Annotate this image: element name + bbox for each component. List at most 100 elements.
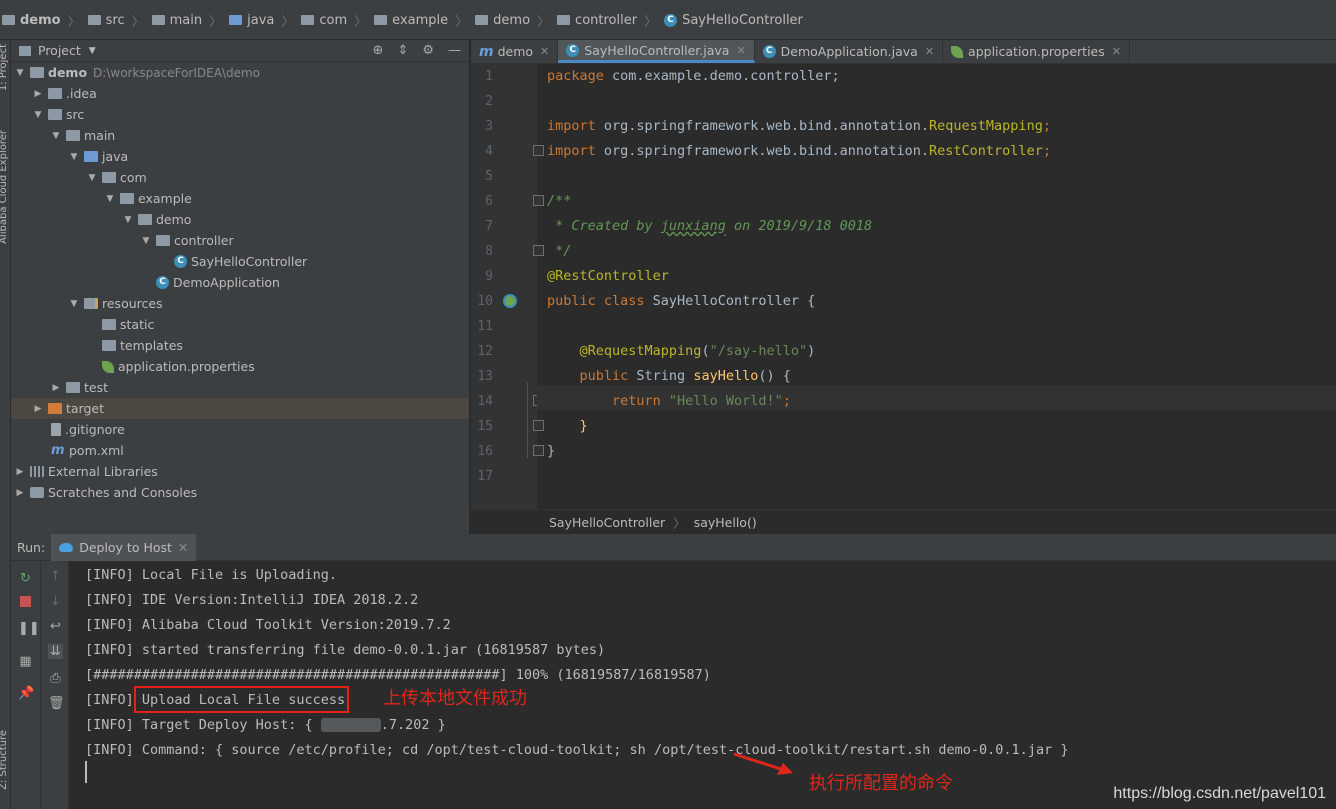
tree-item-static[interactable]: static	[11, 314, 469, 335]
code-line: import org.springframework.web.bind.anno…	[547, 143, 1051, 159]
spring-bean-gutter-icon[interactable]	[503, 294, 517, 308]
code-line: return "Hello World!";	[547, 393, 791, 409]
tree-item-idea[interactable]: ▶ .idea	[11, 83, 469, 104]
structure-tool-tab[interactable]: Z: Structure	[0, 730, 9, 790]
collapse-icon[interactable]: ⇕	[397, 43, 408, 58]
tree-item-java[interactable]: ▼ java	[11, 146, 469, 167]
pin-icon[interactable]: 📌	[18, 686, 34, 701]
scroll-to-end-icon[interactable]: ⇊	[48, 644, 63, 659]
tree-item-demo[interactable]: ▼ demo D:\workspaceForIDEA\demo	[11, 62, 469, 83]
code-line: import org.springframework.web.bind.anno…	[547, 118, 1051, 134]
tree-item-controller[interactable]: ▼ controller	[11, 230, 469, 251]
tree-item-demo-package[interactable]: ▼ demo	[11, 209, 469, 230]
arrow-down-icon[interactable]: ↓	[48, 594, 63, 609]
alibaba-cloud-explorer-tab[interactable]: Alibaba Cloud Explorer	[0, 130, 9, 244]
tab-demo[interactable]: m demo ✕	[471, 40, 559, 63]
tree-item-application-properties[interactable]: application.properties	[11, 356, 469, 377]
breadcrumb-class[interactable]: SayHelloController	[549, 515, 665, 530]
file-icon	[51, 423, 61, 436]
minimize-icon[interactable]: —	[448, 43, 461, 58]
print-icon[interactable]: ⎙	[48, 671, 63, 686]
breadcrumb-sayhellocontroller[interactable]: C SayHelloController	[662, 13, 805, 28]
code-line: */	[547, 243, 572, 259]
breadcrumb-src[interactable]: src	[86, 13, 127, 28]
chevron-down-icon: ▼	[70, 151, 78, 162]
package-icon	[156, 235, 170, 246]
code-line: @RequestMapping("/say-hello")	[547, 343, 816, 359]
source-folder-icon	[229, 15, 243, 25]
tree-item-src[interactable]: ▼ src	[11, 104, 469, 125]
chevron-right-icon: ▶	[34, 88, 42, 99]
breadcrumb: demo 〉 src 〉 main 〉 java 〉 com 〉 example 〉 dem…	[0, 8, 805, 32]
close-icon[interactable]: ✕	[736, 44, 745, 57]
close-icon[interactable]: ✕	[1112, 45, 1121, 58]
project-view-selector[interactable]: Project ▼	[19, 43, 96, 58]
breadcrumb-main[interactable]: main	[150, 13, 204, 28]
tree-item-test[interactable]: ▶ test	[11, 377, 469, 398]
chevron-down-icon: ▼	[142, 235, 150, 246]
tab-deploy-to-host[interactable]: Deploy to Host ✕	[51, 533, 197, 561]
log-line: [INFO] Target Deploy Host: { .7.202 }	[85, 717, 446, 733]
tree-item-com[interactable]: ▼ com	[11, 167, 469, 188]
breadcrumb-example[interactable]: example	[372, 13, 450, 28]
left-tool-stripe: 1: Project Alibaba Cloud Explorer Z: Str…	[0, 40, 11, 809]
code-line: * Created by junxiang on 2019/9/18 0018	[547, 218, 873, 234]
trash-icon[interactable]: 🗑	[48, 696, 65, 711]
tab-application-properties[interactable]: application.properties ✕	[943, 40, 1130, 63]
tree-item-resources[interactable]: ▼ resources	[11, 293, 469, 314]
chevron-right-icon: ▶	[16, 487, 24, 498]
spring-boot-class-icon: C	[156, 276, 169, 289]
breadcrumb-method[interactable]: sayHello()	[694, 515, 757, 530]
code-line: public String sayHello() {	[547, 368, 791, 384]
chevron-down-icon: ▼	[106, 193, 114, 204]
soft-wrap-icon[interactable]: ↩	[48, 619, 63, 634]
close-icon[interactable]: ✕	[178, 540, 188, 555]
log-line: [INFO] Alibaba Cloud Toolkit Version:201…	[85, 617, 451, 633]
console-output[interactable]: [INFO] Local File is Uploading. [INFO] I…	[69, 561, 1336, 809]
project-icon	[19, 45, 31, 56]
code-line: /**	[547, 193, 572, 209]
tab-sayhellocontroller[interactable]: C SayHelloController.java ✕	[558, 40, 755, 63]
close-icon[interactable]: ✕	[925, 45, 934, 58]
breadcrumb-demo[interactable]: demo	[0, 13, 63, 28]
spring-leaf-icon	[102, 360, 114, 373]
tree-item-templates[interactable]: templates	[11, 335, 469, 356]
tree-item-gitignore[interactable]: .gitignore	[11, 419, 469, 440]
breadcrumb-java[interactable]: java	[227, 13, 276, 28]
line-number: 8	[485, 244, 493, 259]
breadcrumb-demo-package[interactable]: demo	[473, 13, 532, 28]
tree-item-example[interactable]: ▼ example	[11, 188, 469, 209]
stop-icon[interactable]	[18, 596, 33, 611]
folder-icon	[151, 15, 165, 25]
target-icon[interactable]: ⊕	[373, 43, 384, 58]
tree-item-target[interactable]: ▶ target	[11, 398, 469, 419]
arrow-up-icon[interactable]: ↑	[48, 569, 63, 584]
project-tool-tab[interactable]: 1: Project	[0, 44, 9, 91]
tree-item-demoapplication[interactable]: C DemoApplication	[11, 272, 469, 293]
close-icon[interactable]: ✕	[540, 45, 549, 58]
redacted-ip	[320, 718, 381, 732]
line-number: 16	[477, 444, 493, 459]
package-icon	[374, 15, 388, 25]
line-number: 9	[485, 269, 493, 284]
tree-item-scratches[interactable]: ▶ Scratches and Consoles	[11, 482, 469, 503]
folder-icon	[66, 382, 80, 393]
tree-item-main[interactable]: ▼ main	[11, 125, 469, 146]
pause-icon[interactable]: ❚❚	[18, 621, 40, 636]
folder-icon	[87, 15, 101, 25]
breadcrumb-com[interactable]: com	[299, 13, 349, 28]
layout-icon[interactable]: ▦	[18, 654, 33, 669]
chevron-down-icon: ▼	[70, 298, 78, 309]
tree-item-sayhellocontroller[interactable]: C SayHelloController	[11, 251, 469, 272]
line-number: 15	[477, 419, 493, 434]
package-icon	[120, 193, 134, 204]
tree-item-pom-xml[interactable]: m pom.xml	[11, 440, 469, 461]
tree-item-external-libraries[interactable]: ▶ External Libraries	[11, 461, 469, 482]
code-area[interactable]: package com.example.demo.controller; imp…	[527, 64, 1336, 509]
rerun-icon[interactable]: ↻	[18, 571, 33, 586]
gear-icon[interactable]: ⚙	[422, 43, 434, 58]
tab-demoapplication[interactable]: C DemoApplication.java ✕	[755, 40, 944, 63]
line-number: 7	[485, 219, 493, 234]
breadcrumb-controller[interactable]: controller	[555, 13, 639, 28]
spring-leaf-icon	[951, 45, 964, 58]
